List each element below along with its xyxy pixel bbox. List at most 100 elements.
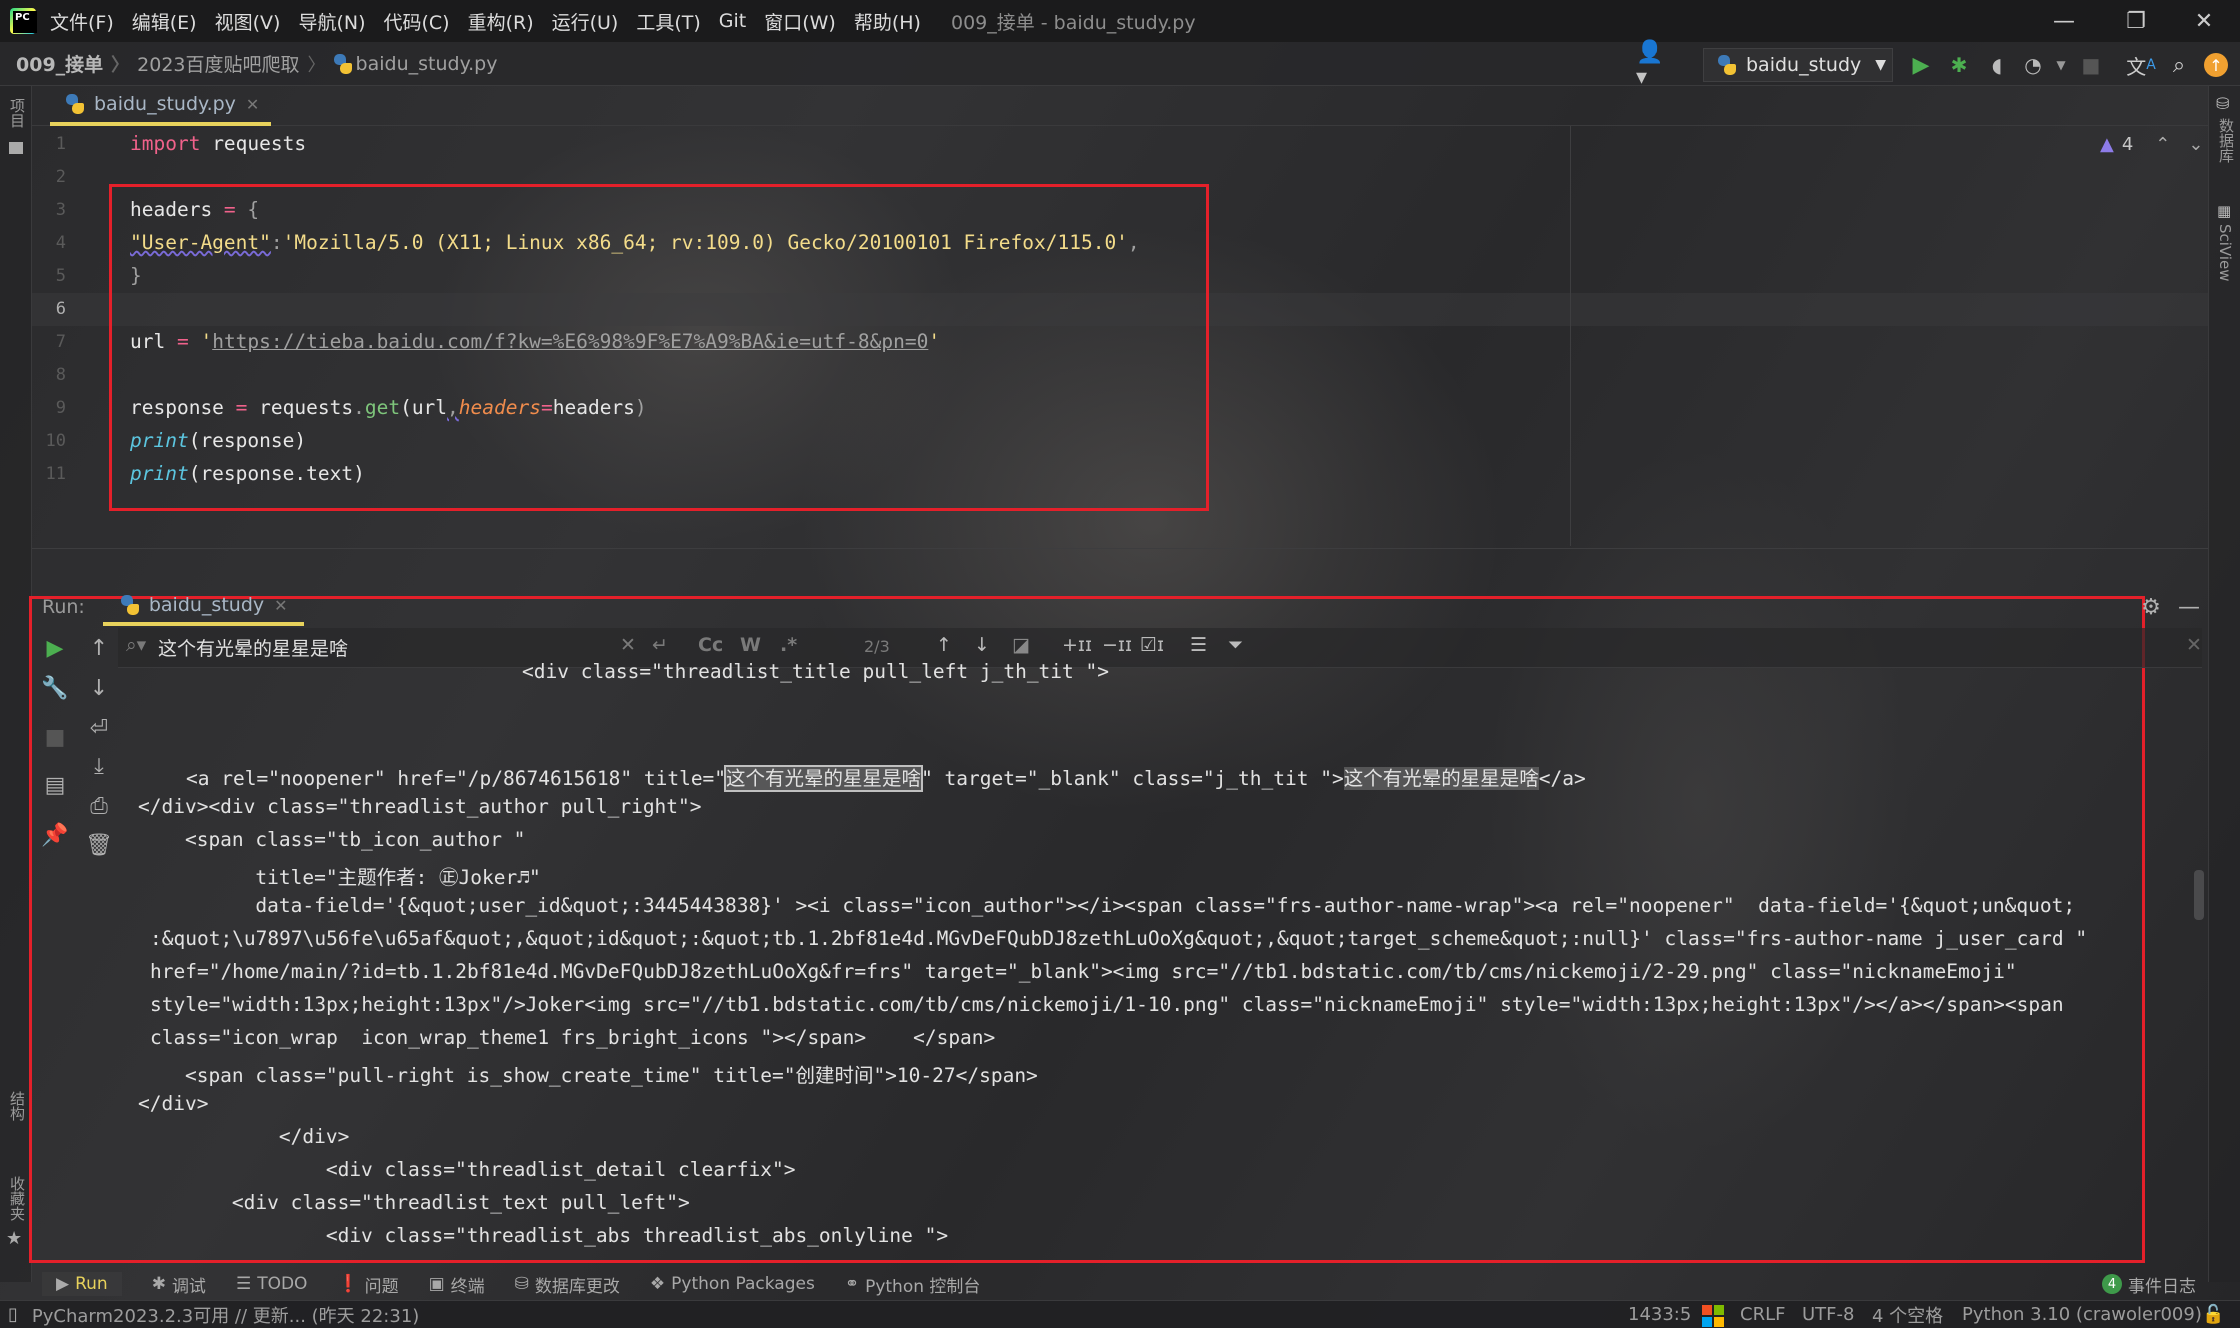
problem-icon: ❗ xyxy=(337,1274,359,1294)
status-window-icon[interactable]: ▯ xyxy=(8,1304,18,1325)
menu-navigate[interactable]: 导航(N) xyxy=(298,8,365,35)
whole-words-toggle[interactable]: W xyxy=(740,634,761,656)
search-icon[interactable]: ⌕▾ xyxy=(126,634,146,656)
translate-icon[interactable]: 文A xyxy=(2126,50,2156,80)
breadcrumb-file[interactable]: baidu_study.py xyxy=(333,53,497,75)
profile-icon[interactable]: ◔ xyxy=(2018,50,2048,80)
event-log-label: 事件日志 xyxy=(2128,1276,2196,1297)
favorites-tool-button[interactable]: 收藏夹 xyxy=(7,1176,28,1221)
tab-baidu-study-py[interactable]: baidu_study.py ✕ xyxy=(50,86,272,126)
file-encoding[interactable]: UTF-8 xyxy=(1802,1304,1854,1325)
lock-icon[interactable]: 🔓 xyxy=(2202,1304,2224,1325)
pin-icon[interactable]: 📌 xyxy=(40,820,70,850)
menu-file[interactable]: 文件(F) xyxy=(50,8,114,35)
menu-window[interactable]: 窗口(W) xyxy=(764,8,836,35)
restore-button[interactable]: ❐ xyxy=(2100,0,2172,42)
menu-view[interactable]: 视图(V) xyxy=(215,8,281,35)
clear-search-icon[interactable]: ✕ xyxy=(620,634,636,656)
menu-run[interactable]: 运行(U) xyxy=(552,8,619,35)
run-configuration-select[interactable]: baidu_study ▼ xyxy=(1703,48,1893,82)
windows-logo-icon xyxy=(1702,1305,1724,1327)
menu-help[interactable]: 帮助(H) xyxy=(854,8,921,35)
inspection-widget[interactable]: ▲ 4 ⌃ ⌄ xyxy=(2100,134,2203,155)
previous-match-icon[interactable]: ↑ xyxy=(936,634,952,656)
close-tab-icon[interactable]: ✕ xyxy=(246,95,259,114)
update-icon[interactable]: ↑ xyxy=(2204,53,2228,77)
menu-refactor[interactable]: 重构(R) xyxy=(468,8,534,35)
tool-run[interactable]: ▶ Run xyxy=(42,1272,122,1296)
tool-python-packages[interactable]: ❖ Python Packages xyxy=(650,1274,815,1294)
layout-icon[interactable]: ▤ xyxy=(40,770,70,800)
run-tab-baidu-study[interactable]: baidu_study ✕ xyxy=(102,588,304,626)
console-scrollbar[interactable] xyxy=(2194,870,2204,920)
next-match-icon[interactable]: ↓ xyxy=(974,634,990,656)
tool-debug[interactable]: ✱ 调试 xyxy=(152,1272,206,1297)
trash-icon[interactable]: 🗑 xyxy=(84,830,114,860)
select-all-occurrences-icon[interactable]: ◪ xyxy=(1012,634,1030,656)
tool-window-bar: ▶ Run ✱ 调试 ☰ TODO ❗ 问题 ▣ 终端 ⛁ 数据库更改 ❖ Python Pa… xyxy=(32,1268,2208,1300)
navigation-bar: 009_接单〉 2023百度贴吧爬取〉 baidu_study.py xyxy=(0,42,2240,86)
menu-tools[interactable]: 工具(T) xyxy=(636,8,700,35)
tool-todo[interactable]: ☰ TODO xyxy=(236,1274,308,1294)
structure-tool-button[interactable]: 结构 xyxy=(7,1091,28,1121)
user-icon[interactable]: 👤▾ xyxy=(1636,40,1666,90)
run-icon[interactable]: ▶ xyxy=(1906,50,1936,80)
indent-setting[interactable]: 4 个空格 xyxy=(1872,1302,1943,1328)
wrench-icon[interactable]: 🔧 xyxy=(40,673,70,703)
sciview-tool-button[interactable]: SciView xyxy=(2216,224,2234,282)
breadcrumb-project[interactable]: 009_接单〉 xyxy=(16,50,129,77)
python-interpreter[interactable]: Python 3.10 (crawoler009) xyxy=(1962,1304,2202,1325)
close-search-icon[interactable]: ✕ xyxy=(2186,634,2202,656)
search-input[interactable]: 这个有光晕的星星是啥 xyxy=(158,634,348,661)
scroll-to-end-icon[interactable]: ⤓ xyxy=(84,751,114,781)
menu-code[interactable]: 代码(C) xyxy=(383,8,449,35)
chevron-down-icon[interactable]: ⌄ xyxy=(2188,134,2203,155)
tool-python-console[interactable]: ⚭ Python 控制台 xyxy=(845,1272,981,1297)
tool-terminal[interactable]: ▣ 终端 xyxy=(429,1272,485,1297)
star-icon: ★ xyxy=(6,1228,23,1249)
stop-icon[interactable]: ■ xyxy=(2076,50,2106,80)
console-line: <span class="tb_icon_author " xyxy=(138,828,526,851)
scroll-up-icon[interactable]: ↑ xyxy=(84,633,114,663)
print-icon[interactable]: ⎙ xyxy=(84,791,114,821)
soft-wrap-icon[interactable]: ⏎ xyxy=(84,713,114,743)
code-line-1[interactable]: import requests xyxy=(130,132,306,155)
debug-icon[interactable]: ✱ xyxy=(1944,50,1974,80)
remove-selection-icon[interactable]: −ɪɪ xyxy=(1102,634,1132,656)
chevron-down-icon[interactable]: ▼ xyxy=(2046,50,2076,80)
chevron-up-icon[interactable]: ⌃ xyxy=(2155,134,2170,155)
project-tool-button[interactable]: 项目 xyxy=(7,98,28,128)
console-line: class="icon_wrap icon_wrap_theme1 frs_br… xyxy=(150,1026,996,1049)
close-tab-icon[interactable]: ✕ xyxy=(274,596,287,615)
tool-db-changes[interactable]: ⛁ 数据库更改 xyxy=(515,1272,620,1297)
menu-edit[interactable]: 编辑(E) xyxy=(132,8,197,35)
gear-icon[interactable]: ⚙ xyxy=(2136,592,2166,622)
search-icon[interactable]: ⌕ xyxy=(2164,50,2194,80)
new-line-icon[interactable]: ↵ xyxy=(652,634,668,656)
event-log-button[interactable]: 4 事件日志 xyxy=(2102,1272,2196,1297)
scroll-down-icon[interactable]: ↓ xyxy=(84,673,114,703)
tool-problems[interactable]: ❗ 问题 xyxy=(337,1272,398,1297)
add-selection-icon[interactable]: +ɪɪ xyxy=(1062,634,1092,656)
database-tool-button[interactable]: 数据库 xyxy=(2216,118,2237,163)
menu-git[interactable]: Git xyxy=(719,10,746,32)
regex-toggle[interactable]: .* xyxy=(780,634,797,656)
line-number: 5 xyxy=(55,266,66,286)
caret-position[interactable]: 1433:5 xyxy=(1628,1304,1691,1325)
toggle-selection-icon[interactable]: ☑ɪ xyxy=(1140,634,1164,656)
close-button[interactable]: ✕ xyxy=(2168,0,2240,42)
minimize-button[interactable]: — xyxy=(2028,0,2100,42)
match-case-toggle[interactable]: Cc xyxy=(698,634,723,656)
hide-icon[interactable]: — xyxy=(2174,592,2204,622)
console-line: </div> xyxy=(138,1125,350,1148)
filter-icon[interactable]: ⏷ xyxy=(1228,634,1243,656)
console-line: <span class="pull-right is_show_create_t… xyxy=(138,1064,1038,1087)
breadcrumb-folder[interactable]: 2023百度贴吧爬取〉 xyxy=(137,50,325,77)
status-message[interactable]: PyCharm2023.2.3可用 // 更新... (昨天 22:31) xyxy=(32,1302,419,1328)
coverage-icon[interactable]: ◖ xyxy=(1982,50,2012,80)
tool-problems-label: 问题 xyxy=(364,1276,399,1297)
rerun-icon[interactable]: ▶ xyxy=(40,633,70,663)
filter-text-icon[interactable]: ☰ xyxy=(1190,634,1207,656)
line-separator[interactable]: CRLF xyxy=(1740,1304,1785,1325)
stop-icon[interactable]: ■ xyxy=(40,722,70,752)
